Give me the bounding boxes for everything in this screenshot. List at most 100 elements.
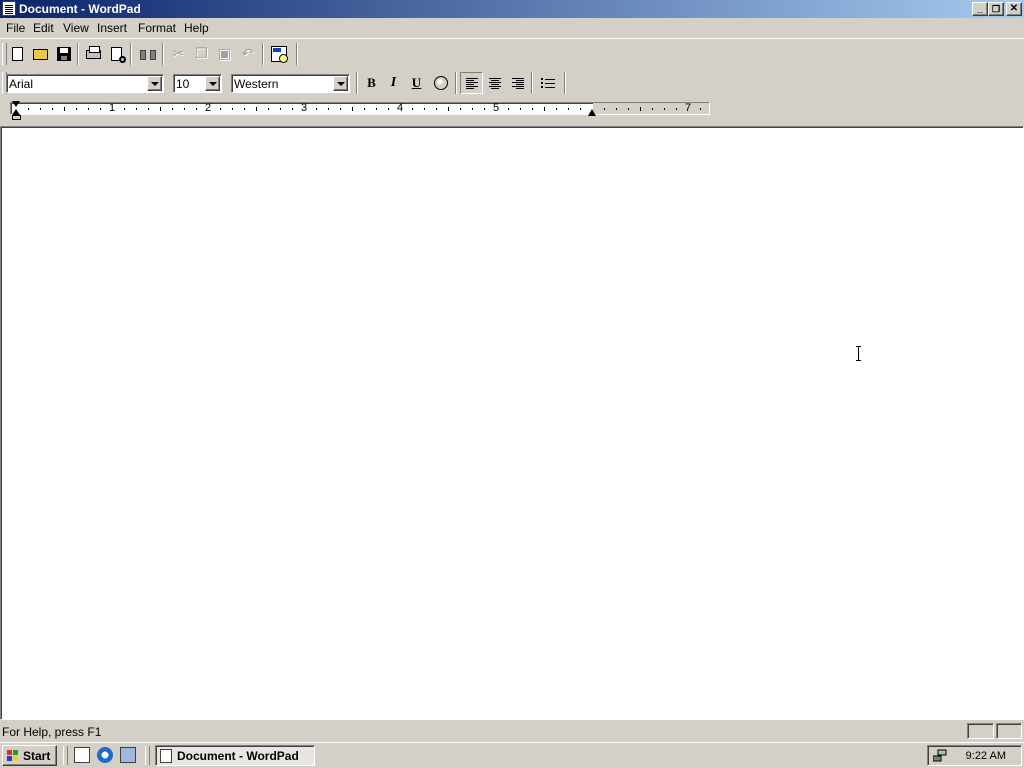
insert-datetime-button[interactable] (267, 43, 290, 65)
ruler-tick (652, 108, 653, 110)
ruler-tick (544, 107, 545, 111)
minimize-button[interactable]: _ (972, 2, 988, 16)
paste-button[interactable]: ▣ (213, 43, 236, 65)
ruler-tick (376, 108, 377, 110)
bullets-button[interactable] (536, 72, 559, 94)
undo-button[interactable]: ↶ (236, 43, 259, 65)
left-indent-box[interactable] (12, 115, 21, 120)
script-combo[interactable]: Western (231, 74, 350, 93)
align-left-button[interactable] (460, 72, 483, 94)
menu-format[interactable]: Format (138, 21, 176, 35)
align-right-button[interactable] (506, 72, 529, 94)
ruler[interactable]: 1 2 3 4 5 7 (0, 98, 1024, 126)
new-button[interactable] (6, 43, 29, 65)
toolbar-separator (262, 43, 264, 65)
print-button[interactable] (82, 43, 105, 65)
ruler-tick (40, 108, 41, 110)
taskbar: Start Document - WordPad 9:22 AM (0, 742, 1024, 768)
align-left-icon (465, 77, 478, 89)
ruler-tick (316, 108, 317, 110)
standard-toolbar: ✂ ❐ ▣ ↶ (0, 38, 1024, 68)
taskbar-button-wordpad[interactable]: Document - WordPad (155, 745, 315, 766)
font-size-combo[interactable]: 10 (173, 74, 222, 93)
ruler-tick (340, 108, 341, 110)
windows-logo-icon (7, 750, 19, 761)
ruler-tick (700, 108, 701, 110)
save-disk-icon (56, 47, 71, 61)
italic-button[interactable]: I (382, 72, 405, 94)
toolbar-separator (77, 43, 79, 65)
color-palette-icon (433, 76, 448, 90)
menu-file[interactable]: File (6, 21, 25, 35)
save-button[interactable] (52, 43, 75, 65)
network-icon[interactable] (932, 749, 947, 762)
ruler-tick (424, 108, 425, 110)
internet-explorer-icon[interactable] (97, 747, 113, 763)
scissors-icon: ✂ (172, 46, 185, 62)
chevron-down-icon[interactable] (333, 76, 348, 91)
open-folder-icon (33, 48, 48, 60)
wordpad-app-icon[interactable] (2, 1, 16, 16)
ruler-tick (484, 108, 485, 110)
ruler-tick (436, 108, 437, 110)
ruler-tick (76, 108, 77, 110)
color-button[interactable] (429, 72, 452, 94)
italic-icon: I (390, 75, 397, 90)
restore-button[interactable]: ❐ (988, 2, 1004, 16)
first-line-indent-marker[interactable] (12, 101, 20, 107)
ruler-tick (256, 107, 257, 111)
print-preview-button[interactable] (105, 43, 128, 65)
ruler-tick (28, 108, 29, 110)
ruler-tick (64, 107, 65, 111)
printer-icon (86, 45, 101, 59)
menu-insert[interactable]: Insert (97, 21, 127, 35)
ruler-tick (328, 108, 329, 110)
cut-button[interactable]: ✂ (167, 43, 190, 65)
ruler-tick (268, 108, 269, 110)
font-name-combo[interactable]: Arial (6, 74, 164, 93)
chevron-down-icon[interactable] (205, 76, 220, 91)
menu-view[interactable]: View (63, 21, 89, 35)
show-desktop-icon[interactable] (74, 747, 90, 763)
outlook-express-icon[interactable] (120, 747, 136, 763)
ruler-tick (520, 108, 521, 110)
taskbar-button-label: Document - WordPad (177, 749, 299, 763)
document-text[interactable] (1, 127, 1023, 719)
close-button[interactable]: ✕ (1006, 2, 1022, 16)
title-bar[interactable]: Document - WordPad _ ❐ ✕ (0, 0, 1024, 18)
wordpad-app-icon (160, 749, 172, 763)
start-button[interactable]: Start (2, 745, 57, 766)
ruler-number: 2 (205, 102, 212, 114)
open-button[interactable] (29, 43, 52, 65)
ruler-tick (556, 108, 557, 110)
ruler-tick (664, 108, 665, 110)
ruler-tick (412, 108, 413, 110)
menu-bar: File Edit View Insert Format Help (0, 18, 1024, 38)
clock[interactable]: 9:22 AM (966, 750, 1006, 762)
ruler-tick (616, 108, 617, 110)
close-icon: ✕ (1009, 3, 1019, 14)
find-button[interactable] (136, 43, 159, 65)
underline-button[interactable]: U (405, 72, 428, 94)
align-center-button[interactable] (483, 72, 506, 94)
copy-icon: ❐ (195, 46, 208, 62)
chevron-down-icon[interactable] (147, 76, 162, 91)
ruler-tick (280, 108, 281, 110)
toolbar-end-separator (564, 72, 566, 94)
ruler-tick (160, 107, 161, 111)
bold-button[interactable]: B (360, 72, 383, 94)
right-indent-marker[interactable] (588, 109, 596, 116)
ruler-tick (448, 107, 449, 111)
underline-icon: U (411, 75, 422, 90)
copy-button[interactable]: ❐ (190, 43, 213, 65)
ruler-tick (508, 108, 509, 110)
menu-edit[interactable]: Edit (33, 21, 54, 35)
taskbar-grip (145, 746, 150, 765)
status-pane (967, 723, 994, 739)
binoculars-icon (139, 48, 156, 60)
bold-icon: B (367, 75, 376, 90)
document-editor[interactable] (0, 126, 1024, 720)
ruler-tick (100, 108, 101, 110)
ruler-tick (676, 108, 677, 110)
menu-help[interactable]: Help (184, 21, 209, 35)
